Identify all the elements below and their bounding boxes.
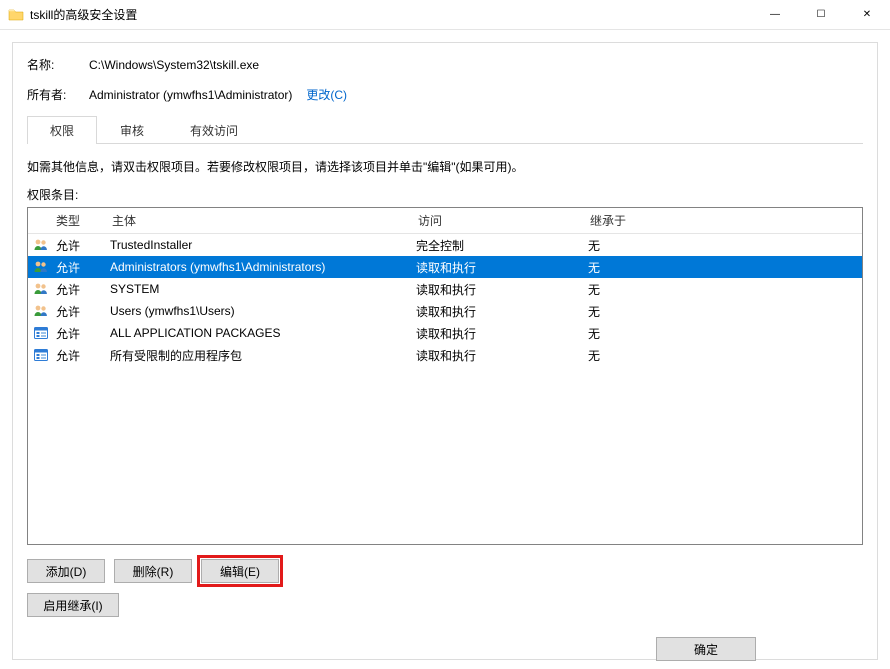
col-principal[interactable]: 主体 xyxy=(110,212,416,229)
cell-principal: Administrators (ymwfhs1\Administrators) xyxy=(110,260,416,274)
owner-label: 所有者: xyxy=(27,85,89,105)
instruction-text: 如需其他信息，请双击权限项目。若要修改权限项目，请选择该项目并单击"编辑"(如果… xyxy=(27,158,863,176)
table-header: 类型 主体 访问 继承于 xyxy=(28,208,862,234)
users-icon xyxy=(28,281,54,297)
cell-type: 允许 xyxy=(54,237,110,254)
package-icon xyxy=(28,347,54,363)
name-row: 名称: C:\Windows\System32\tskill.exe xyxy=(27,55,863,75)
package-icon xyxy=(28,325,54,341)
cell-inherit: 无 xyxy=(588,303,862,320)
tab-permissions[interactable]: 权限 xyxy=(27,116,97,144)
cell-principal: Users (ymwfhs1\Users) xyxy=(110,304,416,318)
dialog-body: 名称: C:\Windows\System32\tskill.exe 所有者: … xyxy=(12,42,878,660)
titlebar: tskill的高级安全设置 — ☐ ✕ xyxy=(0,0,890,30)
cell-type: 允许 xyxy=(54,347,110,364)
cell-access: 完全控制 xyxy=(416,237,588,254)
cell-type: 允许 xyxy=(54,303,110,320)
tabs: 权限 审核 有效访问 xyxy=(27,115,863,144)
inherit-buttons: 启用继承(I) xyxy=(27,593,863,617)
minimize-button[interactable]: — xyxy=(752,0,798,30)
cell-inherit: 无 xyxy=(588,347,862,364)
owner-value: Administrator (ymwfhs1\Administrator) xyxy=(89,85,292,105)
table-row[interactable]: 允许Administrators (ymwfhs1\Administrators… xyxy=(28,256,862,278)
table-row[interactable]: 允许Users (ymwfhs1\Users)读取和执行无 xyxy=(28,300,862,322)
cell-access: 读取和执行 xyxy=(416,259,588,276)
cell-principal: TrustedInstaller xyxy=(110,238,416,252)
cell-type: 允许 xyxy=(54,281,110,298)
folder-icon xyxy=(8,7,24,23)
owner-row: 所有者: Administrator (ymwfhs1\Administrato… xyxy=(27,85,863,105)
permission-entries-label: 权限条目: xyxy=(27,186,863,203)
tab-audit[interactable]: 审核 xyxy=(97,116,167,144)
cell-inherit: 无 xyxy=(588,281,862,298)
dialog-footer: 确定 xyxy=(656,637,866,661)
window-controls: — ☐ ✕ xyxy=(752,0,890,30)
add-button[interactable]: 添加(D) xyxy=(27,559,105,583)
edit-button[interactable]: 编辑(E) xyxy=(201,559,279,583)
change-owner-link[interactable]: 更改(C) xyxy=(306,85,347,105)
name-label: 名称: xyxy=(27,55,89,75)
cell-access: 读取和执行 xyxy=(416,281,588,298)
cell-principal: SYSTEM xyxy=(110,282,416,296)
col-type[interactable]: 类型 xyxy=(54,212,110,229)
remove-button[interactable]: 删除(R) xyxy=(114,559,192,583)
users-icon xyxy=(28,237,54,253)
cell-access: 读取和执行 xyxy=(416,325,588,342)
ok-button[interactable]: 确定 xyxy=(656,637,756,661)
cell-type: 允许 xyxy=(54,325,110,342)
users-icon xyxy=(28,303,54,319)
cell-inherit: 无 xyxy=(588,259,862,276)
cell-access: 读取和执行 xyxy=(416,347,588,364)
enable-inheritance-button[interactable]: 启用继承(I) xyxy=(27,593,119,617)
window-title: tskill的高级安全设置 xyxy=(30,6,752,23)
cell-inherit: 无 xyxy=(588,325,862,342)
tab-effective-access[interactable]: 有效访问 xyxy=(167,116,261,144)
cell-inherit: 无 xyxy=(588,237,862,254)
table-row[interactable]: 允许SYSTEM读取和执行无 xyxy=(28,278,862,300)
name-value: C:\Windows\System32\tskill.exe xyxy=(89,55,259,75)
table-row[interactable]: 允许所有受限制的应用程序包读取和执行无 xyxy=(28,344,862,366)
cell-principal: 所有受限制的应用程序包 xyxy=(110,347,416,364)
cell-access: 读取和执行 xyxy=(416,303,588,320)
table-row[interactable]: 允许TrustedInstaller完全控制无 xyxy=(28,234,862,256)
table-row[interactable]: 允许ALL APPLICATION PACKAGES读取和执行无 xyxy=(28,322,862,344)
col-inherit[interactable]: 继承于 xyxy=(588,212,862,229)
cell-type: 允许 xyxy=(54,259,110,276)
action-buttons: 添加(D) 删除(R) 编辑(E) xyxy=(27,559,863,583)
maximize-button[interactable]: ☐ xyxy=(798,0,844,30)
col-access[interactable]: 访问 xyxy=(416,212,588,229)
close-button[interactable]: ✕ xyxy=(844,0,890,30)
users-icon xyxy=(28,259,54,275)
cell-principal: ALL APPLICATION PACKAGES xyxy=(110,326,416,340)
permission-table[interactable]: 类型 主体 访问 继承于 允许TrustedInstaller完全控制无允许Ad… xyxy=(27,207,863,545)
